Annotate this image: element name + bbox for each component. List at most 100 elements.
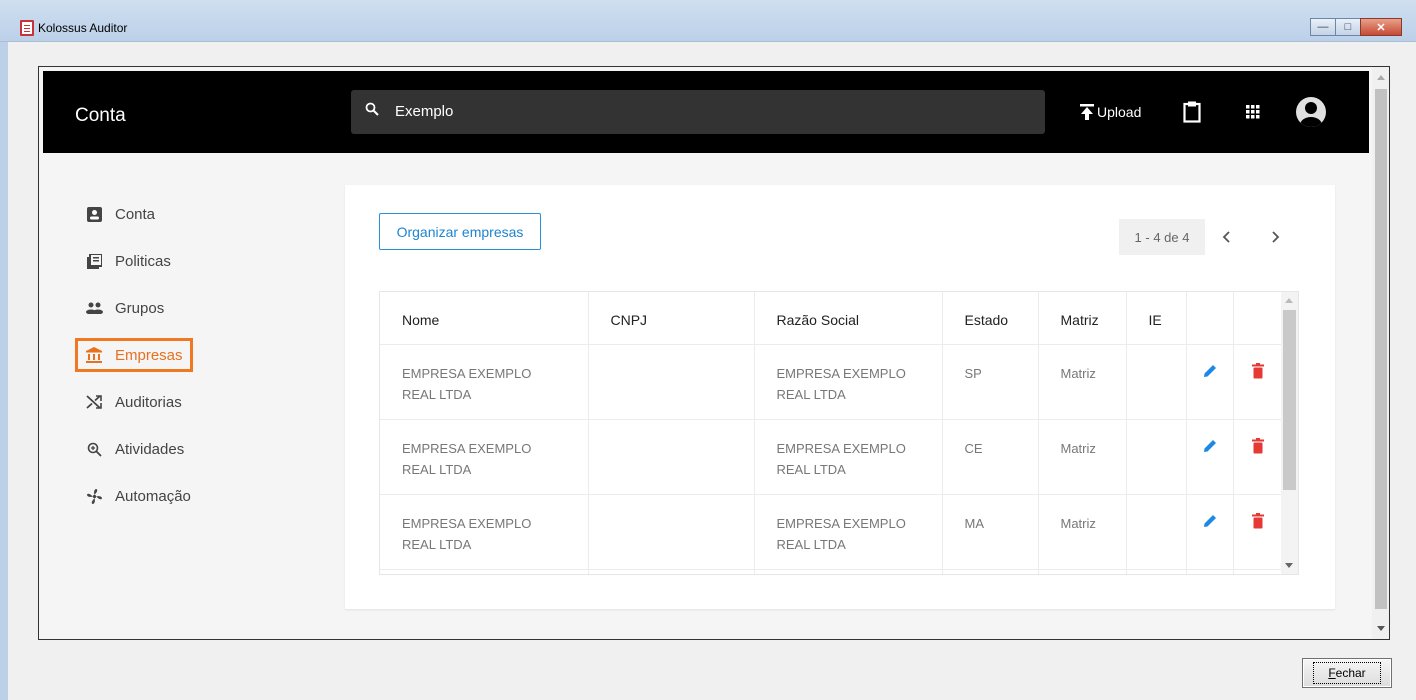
close-window-button[interactable]: ✕ [1360,18,1402,36]
window-controls: — □ ✕ [1310,18,1402,36]
column-header-edit [1186,292,1234,345]
app-frame: Conta Exemplo Upload Conta Politicas Gru… [38,66,1390,640]
table-scrollbar[interactable] [1281,292,1298,574]
cell-ie [1126,419,1187,495]
scroll-down-arrow[interactable] [1377,626,1385,631]
sidebar-item-politicas[interactable]: Politicas [75,244,195,278]
clipboard-icon[interactable] [1183,101,1201,123]
cell-nome: EMPRESA EXEMPLO REAL LTDA [380,344,589,420]
table-row: EMPRESA EXEMPLO REAL LTDA EMPRESA EXEMPLO… [380,344,1283,420]
cell-razao-social: EMPRESA EXEMPLO REAL LTDA [754,419,943,495]
sidebar-nav: Conta Politicas Grupos Empresas Auditori… [75,197,275,526]
search-bar[interactable]: Exemplo [351,90,1045,134]
table-row: EMPRESA EXEMPLO REAL LTDA EMPRESA EXEMPLO… [380,494,1283,570]
delete-icon[interactable] [1251,362,1264,379]
sidebar-item-label: Atividades [115,440,185,458]
page-title: Conta [75,105,126,126]
cell-matriz: Matriz [1038,494,1127,570]
app-icon [20,20,34,36]
companies-card: Organizar empresas 1 - 4 de 4 Nome CNPJ … [345,185,1335,609]
sidebar-item-label: Empresas [115,346,183,364]
sidebar-item-label: Politicas [115,252,171,270]
sidebar-item-label: Grupos [115,299,165,317]
window-title: Kolossus Auditor [38,21,128,35]
cell-edit [1186,419,1234,495]
shuffle-icon [85,393,103,411]
column-header-cnpj[interactable]: CNPJ [588,292,755,345]
fan-icon [85,487,103,505]
prev-page-icon[interactable] [1219,229,1235,245]
column-header-delete [1233,292,1283,345]
edit-icon[interactable] [1203,364,1217,378]
sidebar-item-atividades[interactable]: Atividades [75,432,195,466]
page-scrollbar[interactable] [1372,67,1389,639]
cell-delete [1233,494,1283,570]
fechar-button[interactable]: Fechar [1302,658,1392,688]
account-box-icon [85,205,103,223]
minimize-button[interactable]: — [1310,18,1336,36]
edit-icon[interactable] [1203,514,1217,528]
sidebar-item-grupos[interactable]: Grupos [75,291,195,325]
app-bar: Conta Exemplo Upload [43,71,1369,153]
upload-label: Upload [1097,104,1142,120]
cell-cnpj [588,419,755,495]
account-avatar[interactable] [1296,97,1326,127]
cell-ie [1126,344,1187,420]
group-icon [85,299,103,317]
cell-matriz: Matriz [1038,419,1127,495]
cell-estado: MA [942,494,1039,570]
cell-nome: EMPRESA EXEMPLO REAL LTDA [380,419,589,495]
column-header-ie[interactable]: IE [1126,292,1187,345]
companies-table: Nome CNPJ Razão Social Estado Matriz IE … [380,292,1283,574]
person-icon [1300,102,1322,127]
search-input[interactable]: Exemplo [395,103,453,120]
apps-grid-icon[interactable] [1246,105,1260,119]
upload-icon [1080,104,1094,120]
bank-icon [85,346,103,364]
scroll-down-arrow[interactable] [1285,563,1293,568]
column-header-estado[interactable]: Estado [942,292,1039,345]
table-row: EMPRESA EXEMPLO REAL LTDA EMPRESA EXEMPLO… [380,419,1283,495]
table-header-row: Nome CNPJ Razão Social Estado Matriz IE [380,292,1283,345]
library-books-icon [85,252,103,270]
column-header-razao-social[interactable]: Razão Social [754,292,943,345]
scroll-thumb[interactable] [1283,310,1296,490]
cell-delete [1233,344,1283,420]
scroll-up-arrow[interactable] [1285,298,1293,303]
column-header-nome[interactable]: Nome [380,292,589,345]
organize-companies-button[interactable]: Organizar empresas [379,213,541,250]
edit-icon[interactable] [1203,439,1217,453]
column-header-matriz[interactable]: Matriz [1038,292,1127,345]
window-left-border [0,42,8,700]
cell-ie [1126,494,1187,570]
sidebar-item-label: Conta [115,205,156,223]
sidebar-item-auditorias[interactable]: Auditorias [75,385,195,419]
companies-table-container: Nome CNPJ Razão Social Estado Matriz IE … [379,291,1299,575]
cell-nome: EMPRESA EXEMPLO REAL LTDA [380,494,589,570]
sidebar-item-conta[interactable]: Conta [75,197,195,231]
cell-estado: SP [942,344,1039,420]
table-row-partial [380,569,1283,574]
cell-matriz: Matriz [1038,344,1127,420]
fechar-label: Fechar [1313,662,1381,684]
cell-razao-social: EMPRESA EXEMPLO REAL LTDA [754,344,943,420]
cell-razao-social: EMPRESA EXEMPLO REAL LTDA [754,494,943,570]
sidebar-item-empresas[interactable]: Empresas [75,338,193,372]
search-icon [365,102,379,116]
cell-cnpj [588,344,755,420]
next-page-icon[interactable] [1267,229,1283,245]
maximize-button[interactable]: □ [1335,18,1361,36]
pagination-range: 1 - 4 de 4 [1119,219,1205,255]
delete-icon[interactable] [1251,512,1264,529]
sidebar-item-label: Auditorias [115,393,182,411]
cell-delete [1233,419,1283,495]
zoom-icon [85,440,103,458]
scroll-up-arrow[interactable] [1377,75,1385,80]
delete-icon[interactable] [1251,437,1264,454]
sidebar-item-label: Automação [115,487,191,505]
sidebar-item-automacao[interactable]: Automação [75,479,195,513]
scroll-thumb[interactable] [1375,89,1387,609]
window-titlebar: Kolossus Auditor — □ ✕ [0,0,1416,42]
cell-edit [1186,344,1234,420]
upload-button[interactable]: Upload [1079,103,1141,121]
